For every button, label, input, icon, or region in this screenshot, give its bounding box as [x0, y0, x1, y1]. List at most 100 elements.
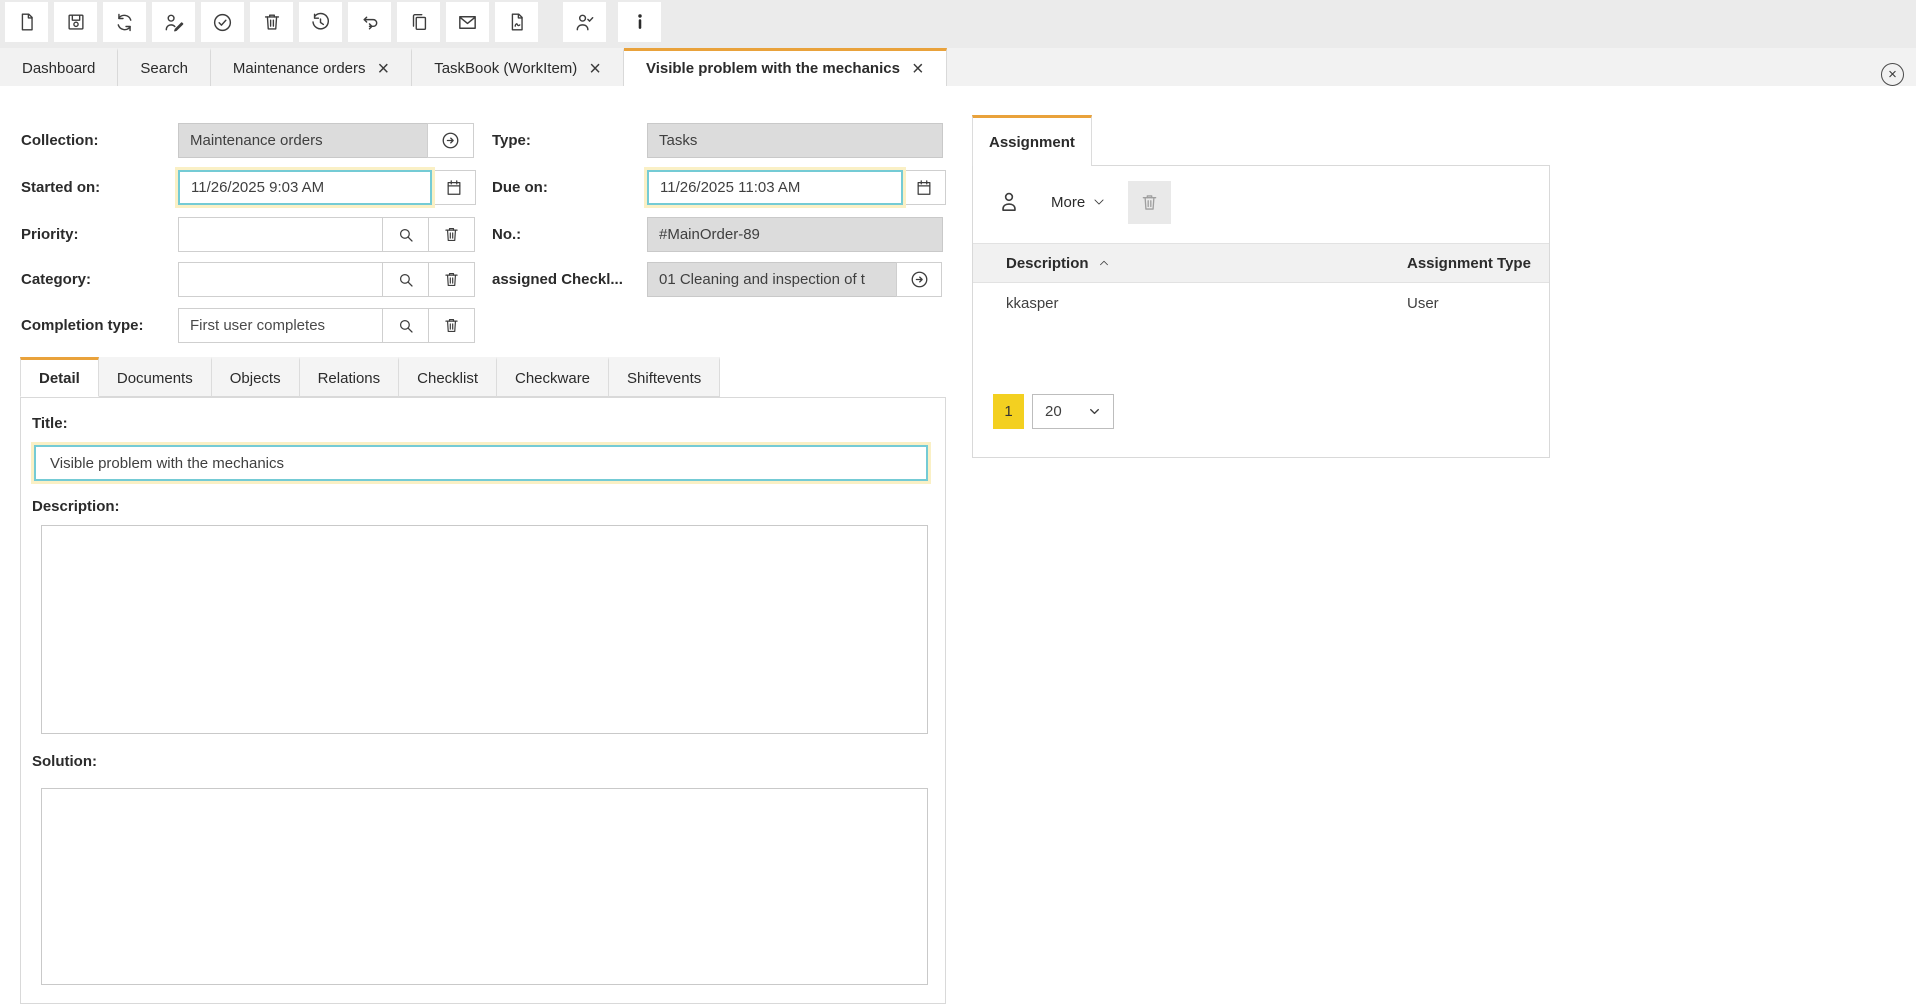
- description-label: Description:: [32, 498, 120, 515]
- collection-input[interactable]: [178, 123, 428, 158]
- complete-button[interactable]: [201, 2, 244, 42]
- tab-label: Relations: [318, 370, 381, 387]
- priority-search-button[interactable]: [382, 217, 429, 252]
- number-field-group: [647, 217, 943, 252]
- close-icon: ×: [1888, 67, 1897, 82]
- tab-label: Shiftevents: [627, 370, 701, 387]
- started-on-field-group: [178, 170, 476, 205]
- trash-icon: [1139, 192, 1160, 213]
- close-tab-icon[interactable]: ×: [589, 59, 601, 79]
- completion-type-field-group: [178, 308, 475, 343]
- number-label: No.:: [492, 217, 521, 252]
- completion-type-input[interactable]: [178, 308, 383, 343]
- info-button[interactable]: [618, 2, 661, 42]
- assignment-toolbar: More: [996, 179, 1171, 225]
- assigned-checklist-input[interactable]: [647, 262, 897, 297]
- priority-input[interactable]: [178, 217, 383, 252]
- tab-search[interactable]: Search: [118, 48, 211, 86]
- save-button[interactable]: [54, 2, 97, 42]
- tab-checklist[interactable]: Checklist: [399, 357, 497, 397]
- priority-clear-button[interactable]: [428, 217, 475, 252]
- close-tab-icon[interactable]: ×: [378, 59, 390, 79]
- tab-label: Dashboard: [22, 60, 95, 77]
- tab-label: TaskBook (WorkItem): [434, 60, 577, 77]
- sort-ascending-icon: [1097, 256, 1111, 270]
- assignment-table-row[interactable]: kkasper User: [973, 283, 1549, 323]
- history-button[interactable]: [299, 2, 342, 42]
- tab-documents[interactable]: Documents: [99, 357, 212, 397]
- title-input[interactable]: [34, 445, 928, 481]
- type-label: Type:: [492, 123, 531, 158]
- assigned-checklist-label: assigned Checkl...: [492, 262, 623, 297]
- assigned-checklist-navigate-button[interactable]: [896, 262, 942, 297]
- tab-checkware[interactable]: Checkware: [497, 357, 609, 397]
- more-dropdown-button[interactable]: More: [1051, 194, 1106, 211]
- tab-label: Objects: [230, 370, 281, 387]
- category-input[interactable]: [178, 262, 383, 297]
- calendar-icon: [444, 178, 464, 198]
- export-pdf-button[interactable]: [495, 2, 538, 42]
- check-circle-icon: [211, 11, 234, 34]
- tab-relations[interactable]: Relations: [300, 357, 400, 397]
- type-input[interactable]: [647, 123, 943, 158]
- collection-label: Collection:: [21, 123, 99, 158]
- completion-type-label: Completion type:: [21, 308, 144, 343]
- tab-assignment[interactable]: Assignment: [972, 115, 1092, 166]
- remove-assignment-button[interactable]: [1128, 181, 1171, 224]
- started-on-input[interactable]: [178, 170, 432, 205]
- column-header-description[interactable]: Description: [973, 255, 1407, 272]
- tab-label: Visible problem with the mechanics: [646, 60, 900, 77]
- due-on-calendar-button[interactable]: [902, 170, 946, 205]
- person-icon: [996, 189, 1022, 215]
- category-clear-button[interactable]: [428, 262, 475, 297]
- tab-label: Checklist: [417, 370, 478, 387]
- due-on-input[interactable]: [647, 170, 903, 205]
- started-on-label: Started on:: [21, 170, 100, 205]
- collection-navigate-button[interactable]: [427, 123, 474, 158]
- add-user-assignment-button[interactable]: [996, 189, 1022, 215]
- arrow-right-circle-icon: [440, 130, 461, 151]
- close-tab-icon[interactable]: ×: [912, 59, 924, 79]
- tab-objects[interactable]: Objects: [212, 357, 300, 397]
- sync-button[interactable]: [103, 2, 146, 42]
- sync-icon: [113, 11, 136, 34]
- tab-dashboard[interactable]: Dashboard: [0, 48, 118, 86]
- tab-taskbook-workitem[interactable]: TaskBook (WorkItem) ×: [412, 48, 624, 86]
- page-1-button[interactable]: 1: [993, 394, 1024, 429]
- column-label: Assignment Type: [1407, 255, 1531, 272]
- description-textarea[interactable]: [41, 525, 928, 734]
- column-header-assignment-type[interactable]: Assignment Type: [1407, 255, 1531, 272]
- tab-shiftevents[interactable]: Shiftevents: [609, 357, 720, 397]
- assignment-panel: More Description Assignment Type kkasper…: [972, 165, 1550, 458]
- new-document-button[interactable]: [5, 2, 48, 42]
- assign-user-button[interactable]: [563, 2, 606, 42]
- started-on-calendar-button[interactable]: [431, 170, 476, 205]
- user-edit-icon: [162, 11, 185, 34]
- completion-type-clear-button[interactable]: [428, 308, 475, 343]
- email-button[interactable]: [446, 2, 489, 42]
- tab-visible-problem[interactable]: Visible problem with the mechanics ×: [624, 48, 947, 86]
- page-size-select[interactable]: 20: [1032, 394, 1114, 429]
- number-input[interactable]: [647, 217, 943, 252]
- sign-button[interactable]: [152, 2, 195, 42]
- repeat-button[interactable]: [348, 2, 391, 42]
- tab-label: Checkware: [515, 370, 590, 387]
- main-toolbar: [0, 0, 1916, 48]
- tab-maintenance-orders[interactable]: Maintenance orders×: [211, 48, 412, 86]
- detail-tabstrip: Detail Documents Objects Relations Check…: [20, 357, 720, 397]
- completion-type-search-button[interactable]: [382, 308, 429, 343]
- priority-label: Priority:: [21, 217, 79, 252]
- chevron-down-icon: [1088, 405, 1101, 418]
- assigned-checklist-field-group: [647, 262, 942, 297]
- delete-button[interactable]: [250, 2, 293, 42]
- search-icon: [396, 270, 416, 290]
- document-tabbar: Dashboard Search Maintenance orders× Tas…: [0, 48, 1916, 86]
- pdf-icon: [506, 11, 528, 33]
- solution-label: Solution:: [32, 753, 97, 770]
- solution-textarea[interactable]: [41, 788, 928, 985]
- copy-button[interactable]: [397, 2, 440, 42]
- due-on-field-group: [647, 170, 946, 205]
- category-search-button[interactable]: [382, 262, 429, 297]
- tab-detail[interactable]: Detail: [20, 357, 99, 397]
- close-all-tabs-button[interactable]: ×: [1881, 63, 1904, 86]
